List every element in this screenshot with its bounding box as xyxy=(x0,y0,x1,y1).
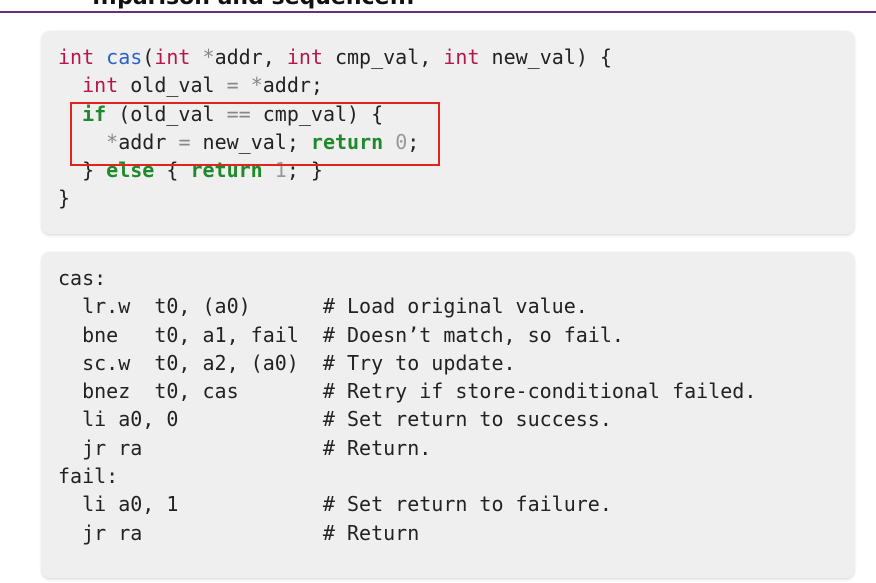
type-keyword: int xyxy=(154,45,191,69)
operator: * xyxy=(202,45,215,69)
asm-line: fail: xyxy=(58,464,119,489)
code-text: addr; xyxy=(262,73,323,98)
c-line-1: int cas(int *addr, int cmp_val, int new_… xyxy=(58,43,854,71)
type-keyword: int xyxy=(443,45,480,69)
highlight-box xyxy=(70,102,440,166)
type-keyword: int xyxy=(82,73,119,98)
code-text: old_val xyxy=(118,73,227,98)
header-rule xyxy=(0,11,876,13)
asm-line: jr ra # Return xyxy=(58,520,420,545)
code-text: addr, xyxy=(214,45,287,69)
code-text: } xyxy=(58,186,71,211)
code-text: cmp_val, xyxy=(322,45,444,69)
operator: = xyxy=(226,73,239,98)
code-text: ( xyxy=(142,45,155,69)
asm-line: jr ra # Return. xyxy=(58,435,432,460)
code-text: new_val) { xyxy=(479,45,612,69)
assembly-code-block: cas: lr.w t0, (a0) # Load original value… xyxy=(42,252,854,578)
asm-line: lr.w t0, (a0) # Load original value. xyxy=(58,294,588,319)
asm-line: cas: xyxy=(58,266,107,290)
asm-line: li a0, 1 # Set return to failure. xyxy=(58,492,612,517)
type-keyword: int xyxy=(286,45,323,69)
asm-line: bne t0, a1, fail # Doesn’t match, so fai… xyxy=(58,322,624,347)
c-line-6: } xyxy=(58,184,854,212)
asm-line: bnez t0, cas # Retry if store-conditiona… xyxy=(58,379,757,404)
c-line-2: int old_val = *addr; xyxy=(58,71,854,99)
type-keyword: int xyxy=(58,45,95,69)
function-name: cas xyxy=(106,45,143,69)
asm-line: sc.w t0, a2, (a0) # Try to update. xyxy=(58,350,516,375)
asm-line: li a0, 0 # Set return to success. xyxy=(58,407,612,432)
clipped-title-text: ...parison and sequence... xyxy=(92,0,415,10)
operator: * xyxy=(250,73,263,98)
